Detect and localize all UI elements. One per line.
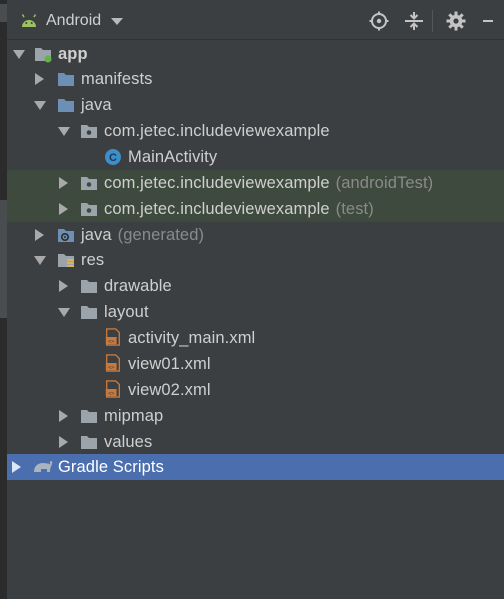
tree-label: values bbox=[104, 432, 153, 451]
svg-text:<>: <> bbox=[108, 339, 114, 345]
crosshair-icon bbox=[369, 11, 389, 31]
module-folder-icon bbox=[35, 48, 52, 63]
resources-folder-icon bbox=[58, 254, 74, 267]
tree-node-package-main[interactable]: com.jetec.includeviewexample bbox=[7, 118, 504, 144]
gradle-icon bbox=[34, 460, 53, 472]
package-icon bbox=[81, 203, 97, 216]
tree-node-values[interactable]: values bbox=[7, 429, 504, 455]
minimize-icon bbox=[483, 20, 493, 22]
generated-suffix: (generated) bbox=[117, 225, 205, 244]
package-name: com.jetec.includeviewexample bbox=[104, 173, 330, 192]
chevron-right-icon[interactable] bbox=[59, 177, 68, 189]
tree-node-gradle-scripts[interactable]: Gradle Scripts bbox=[7, 454, 504, 480]
chevron-right-icon[interactable] bbox=[35, 229, 44, 241]
folder-icon bbox=[81, 280, 97, 293]
tree-label: java bbox=[81, 95, 112, 114]
collapse-all-icon bbox=[405, 12, 423, 30]
chevron-right-icon[interactable] bbox=[59, 203, 68, 215]
tree-node-manifests[interactable]: manifests bbox=[7, 66, 504, 92]
tree-label: view02.xml bbox=[128, 380, 211, 399]
tree-node-app[interactable]: app bbox=[7, 41, 504, 67]
gutter-marker bbox=[0, 200, 7, 318]
source-set-suffix: (test) bbox=[335, 199, 374, 218]
tree-node-view01-xml[interactable]: <> view01.xml bbox=[7, 351, 504, 377]
chevron-down-icon[interactable] bbox=[34, 101, 46, 110]
tree-label: com.jetec.includeviewexample (androidTest… bbox=[104, 174, 433, 193]
tree-label: manifests bbox=[81, 69, 153, 88]
tree-node-package-test[interactable]: com.jetec.includeviewexample (test) bbox=[7, 196, 504, 222]
tree-node-mainactivity[interactable]: C MainActivity bbox=[7, 144, 504, 170]
chevron-down-icon[interactable] bbox=[13, 50, 25, 59]
tree-label: res bbox=[81, 250, 105, 269]
tree-node-java-generated[interactable]: java (generated) bbox=[7, 222, 504, 248]
generated-folder-icon bbox=[58, 229, 74, 242]
folder-icon bbox=[81, 410, 97, 423]
gutter-marker bbox=[0, 4, 7, 22]
tree-label: app bbox=[58, 44, 88, 63]
android-icon bbox=[21, 14, 37, 27]
chevron-down-icon[interactable] bbox=[34, 256, 46, 265]
toolbar-divider bbox=[432, 10, 433, 32]
tree-label: com.jetec.includeviewexample (test) bbox=[104, 200, 374, 219]
xml-file-icon: <> bbox=[105, 328, 120, 346]
class-icon: C bbox=[105, 149, 121, 165]
locate-file-button[interactable] bbox=[368, 10, 390, 32]
tree-label: Gradle Scripts bbox=[58, 457, 164, 476]
tree-node-package-androidtest[interactable]: com.jetec.includeviewexample (androidTest… bbox=[7, 170, 504, 196]
folder-icon bbox=[58, 73, 74, 86]
settings-button[interactable] bbox=[445, 10, 467, 32]
tree-label: view01.xml bbox=[128, 354, 211, 373]
chevron-right-icon[interactable] bbox=[59, 410, 68, 422]
tree-node-java[interactable]: java bbox=[7, 92, 504, 118]
collapse-all-button[interactable] bbox=[403, 10, 425, 32]
folder-icon bbox=[81, 306, 97, 319]
package-icon bbox=[81, 125, 97, 138]
left-gutter bbox=[0, 0, 7, 599]
tree-label: mipmap bbox=[104, 406, 164, 425]
svg-text:<>: <> bbox=[108, 365, 114, 371]
tree-label: drawable bbox=[104, 276, 172, 295]
chevron-right-icon[interactable] bbox=[59, 280, 68, 292]
view-mode-select[interactable]: Android bbox=[20, 10, 124, 32]
tree-node-mipmap[interactable]: mipmap bbox=[7, 403, 504, 429]
svg-text:C: C bbox=[109, 152, 117, 164]
chevron-right-icon[interactable] bbox=[35, 73, 44, 85]
chevron-right-icon[interactable] bbox=[59, 436, 68, 448]
project-header: Android bbox=[7, 0, 504, 40]
tree-label: activity_main.xml bbox=[128, 328, 256, 347]
source-folder-icon bbox=[58, 99, 74, 112]
chevron-down-icon[interactable] bbox=[58, 308, 70, 317]
source-set-suffix: (androidTest) bbox=[335, 173, 434, 192]
hide-panel-button[interactable] bbox=[477, 10, 499, 32]
package-icon bbox=[81, 177, 97, 190]
tree-node-view02-xml[interactable]: <> view02.xml bbox=[7, 377, 504, 403]
tree-label: com.jetec.includeviewexample bbox=[104, 121, 330, 140]
tree-label: MainActivity bbox=[128, 147, 218, 166]
svg-text:<>: <> bbox=[108, 391, 114, 397]
tree-node-activity-main-xml[interactable]: <> activity_main.xml bbox=[7, 325, 504, 351]
view-mode-label: Android bbox=[46, 12, 102, 29]
chevron-down-icon bbox=[111, 17, 124, 25]
folder-name: java bbox=[81, 225, 112, 244]
tree-label: layout bbox=[104, 302, 149, 321]
gear-icon bbox=[446, 11, 466, 31]
xml-file-icon: <> bbox=[105, 354, 120, 372]
folder-icon bbox=[81, 436, 97, 449]
tree-node-layout[interactable]: layout bbox=[7, 299, 504, 325]
tree-node-res[interactable]: res bbox=[7, 247, 504, 273]
tree-label: java (generated) bbox=[81, 226, 204, 245]
chevron-right-icon[interactable] bbox=[12, 461, 21, 473]
tree-node-drawable[interactable]: drawable bbox=[7, 273, 504, 299]
package-name: com.jetec.includeviewexample bbox=[104, 199, 330, 218]
chevron-down-icon[interactable] bbox=[58, 127, 70, 136]
xml-file-icon: <> bbox=[105, 380, 120, 398]
